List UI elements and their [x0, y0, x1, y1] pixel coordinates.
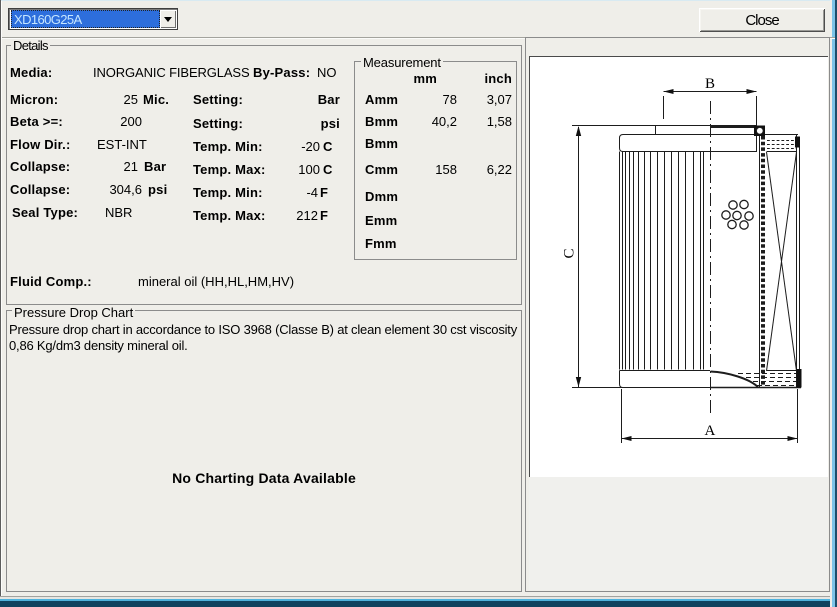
svg-text:C: C: [562, 248, 578, 258]
svg-text:B: B: [705, 76, 715, 92]
svg-text:A: A: [705, 423, 716, 439]
